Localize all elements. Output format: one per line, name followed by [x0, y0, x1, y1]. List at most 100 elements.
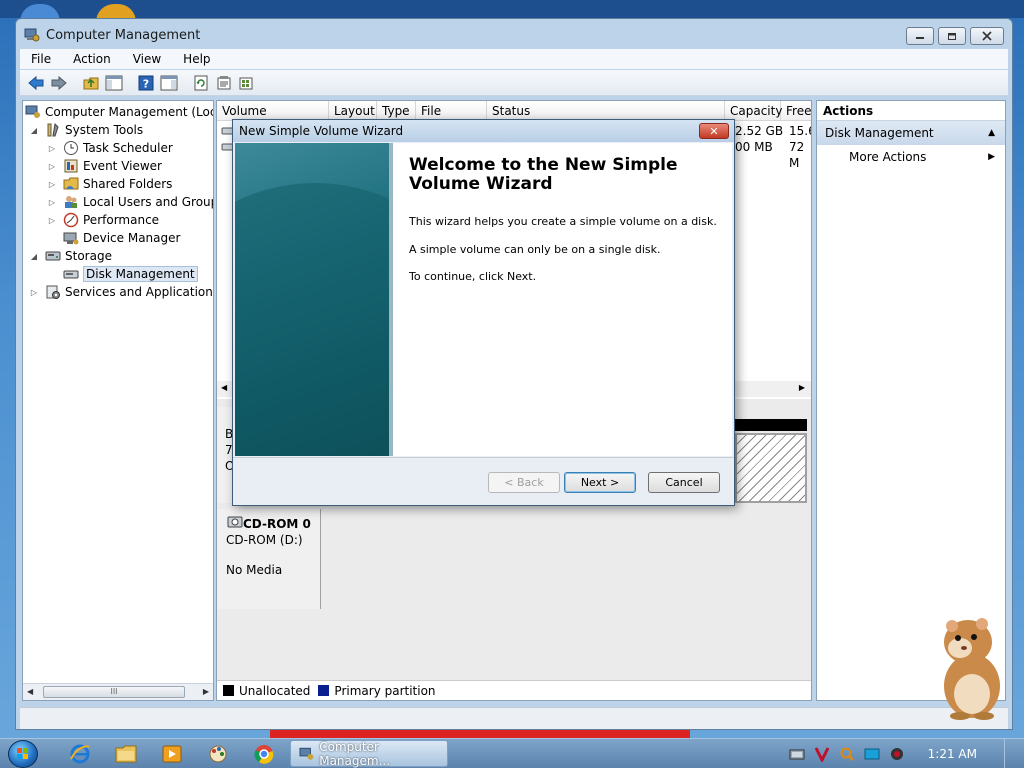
cancel-button[interactable]: Cancel	[648, 472, 720, 493]
properties-button[interactable]	[214, 73, 234, 93]
column-capacity[interactable]: Capacity	[725, 101, 782, 121]
computer-management-icon	[25, 105, 40, 118]
title-bar[interactable]: Computer Management	[16, 19, 1012, 51]
hamster-mascot-image[interactable]	[930, 612, 1010, 722]
show-hide-action-pane-button[interactable]	[159, 73, 179, 93]
back-button[interactable]	[26, 73, 46, 93]
console-tree: Computer Management (Local ◢ System Tool…	[22, 100, 214, 701]
more-actions[interactable]: More Actions ▶	[817, 145, 1005, 169]
explorer-folder-icon	[115, 745, 137, 763]
tree-item-performance[interactable]: ▷ Performance	[47, 211, 159, 229]
tree-item-storage[interactable]: ◢ Storage	[29, 247, 112, 265]
column-type[interactable]: Type	[377, 101, 416, 121]
scroll-left-arrow-icon[interactable]: ◀	[27, 687, 33, 696]
scrollbar-thumb[interactable]: III	[43, 686, 185, 698]
taskbar: Computer Managem... 1:21 AM	[0, 738, 1024, 768]
actions-pane: Actions Disk Management ▲ More Actions ▶	[816, 100, 1006, 701]
antivirus-tray-icon[interactable]	[814, 746, 830, 762]
restore-button[interactable]	[938, 27, 966, 45]
scroll-right-arrow-icon[interactable]: ▶	[203, 687, 209, 696]
wizard-note: A simple volume can only be on a single …	[409, 243, 661, 256]
refresh-button[interactable]	[191, 73, 211, 93]
tree-item-shared-folders[interactable]: ▷ Shared Folders	[47, 175, 172, 193]
actions-header: Actions	[817, 101, 1005, 121]
network-tray-icon[interactable]	[789, 746, 805, 762]
tree-horizontal-scrollbar[interactable]: ◀ III ▶	[23, 683, 213, 700]
primary-partition-swatch	[318, 685, 330, 696]
forward-button[interactable]	[49, 73, 69, 93]
tree-item-task-scheduler[interactable]: ▷ Task Scheduler	[47, 139, 173, 157]
cdrom-empty-region	[321, 509, 811, 609]
column-volume[interactable]: Volume	[217, 101, 329, 121]
tree-item-device-manager[interactable]: Device Manager	[47, 229, 180, 247]
help-button[interactable]: ?	[136, 73, 156, 93]
close-icon	[982, 31, 992, 41]
unallocated-region[interactable]	[735, 433, 807, 503]
tree-item-disk-management[interactable]: Disk Management	[47, 265, 198, 283]
expand-arrow-icon[interactable]: ▷	[47, 162, 57, 171]
taskbar-media-player[interactable]	[154, 741, 190, 767]
window-title: Computer Management	[46, 27, 201, 43]
column-file-system[interactable]: File System	[416, 101, 487, 138]
event-viewer-icon	[64, 159, 78, 173]
svg-text:?: ?	[143, 77, 149, 90]
computer-management-icon	[24, 28, 40, 42]
cdrom-label[interactable]: CD-ROM 0 CD-ROM (D:) No Media	[217, 509, 321, 609]
help-icon: ?	[138, 75, 154, 90]
expand-arrow-icon[interactable]: ▷	[47, 144, 57, 153]
next-button[interactable]: Next >	[564, 472, 636, 493]
unallocated-bar	[735, 419, 807, 431]
taskbar-explorer[interactable]	[108, 741, 144, 767]
taskbar-paint[interactable]	[200, 741, 236, 767]
expand-arrow-icon[interactable]: ▷	[47, 198, 57, 207]
actions-disk-management[interactable]: Disk Management ▲	[817, 121, 1005, 145]
new-simple-volume-wizard: New Simple Volume Wizard ✕ Welcome to th…	[232, 119, 735, 506]
expand-arrow-icon[interactable]: ▷	[47, 216, 57, 225]
collapse-arrow-icon[interactable]: ◢	[29, 126, 39, 135]
magnifier-tray-icon[interactable]	[839, 746, 855, 762]
export-list-button[interactable]	[237, 73, 257, 93]
close-button[interactable]	[970, 27, 1004, 45]
scroll-right-arrow-icon[interactable]: ▶	[799, 383, 805, 392]
legend-unallocated: Unallocated	[223, 684, 310, 698]
recorder-tray-icon[interactable]	[889, 746, 905, 762]
tree-item-system-tools[interactable]: ◢ System Tools	[29, 121, 143, 139]
start-button[interactable]	[8, 740, 38, 768]
users-icon	[65, 196, 77, 208]
menu-action[interactable]: Action	[62, 52, 122, 66]
restore-icon	[948, 33, 956, 40]
expand-arrow-icon[interactable]: ▷	[29, 288, 39, 297]
paint-icon	[209, 745, 227, 763]
menu-file[interactable]: File	[20, 52, 62, 66]
expand-arrow-icon[interactable]: ▷	[47, 180, 57, 189]
show-hide-console-tree-button[interactable]	[104, 73, 124, 93]
taskbar-chrome[interactable]	[246, 741, 282, 767]
collapse-up-icon[interactable]: ▲	[988, 121, 995, 145]
scroll-left-arrow-icon[interactable]: ◀	[221, 383, 227, 392]
minimize-button[interactable]	[906, 27, 934, 45]
menu-help[interactable]: Help	[172, 52, 221, 66]
collapse-arrow-icon[interactable]: ◢	[29, 252, 39, 261]
computer-management-icon	[299, 747, 314, 760]
dialog-close-button[interactable]: ✕	[699, 123, 729, 139]
dialog-title-bar[interactable]: New Simple Volume Wizard ✕	[233, 120, 734, 142]
internet-explorer-icon	[70, 744, 90, 764]
tree-item-event-viewer[interactable]: ▷ Event Viewer	[47, 157, 162, 175]
forward-arrow-icon	[51, 75, 67, 90]
menu-view[interactable]: View	[122, 52, 172, 66]
taskbar-task-computer-management[interactable]: Computer Managem...	[290, 740, 448, 768]
column-status[interactable]: Status	[487, 101, 725, 121]
column-layout[interactable]: Layout	[329, 101, 377, 121]
close-icon: ✕	[709, 124, 719, 138]
display-tray-icon[interactable]	[864, 746, 880, 762]
tree-item-services-applications[interactable]: ▷ Services and Applications	[29, 283, 213, 301]
clock[interactable]: 1:21 AM	[928, 747, 977, 761]
taskbar-internet-explorer[interactable]	[62, 741, 98, 767]
show-desktop-button[interactable]	[1004, 739, 1014, 768]
back-button[interactable]: < Back	[488, 472, 560, 493]
tree-item-local-users-groups[interactable]: ▷ Local Users and Groups	[47, 193, 213, 211]
column-free[interactable]: Free	[781, 101, 811, 121]
refresh-icon	[194, 75, 208, 90]
tree-item-computer-management[interactable]: Computer Management (Local	[25, 103, 213, 121]
up-one-level-button[interactable]	[81, 73, 101, 93]
